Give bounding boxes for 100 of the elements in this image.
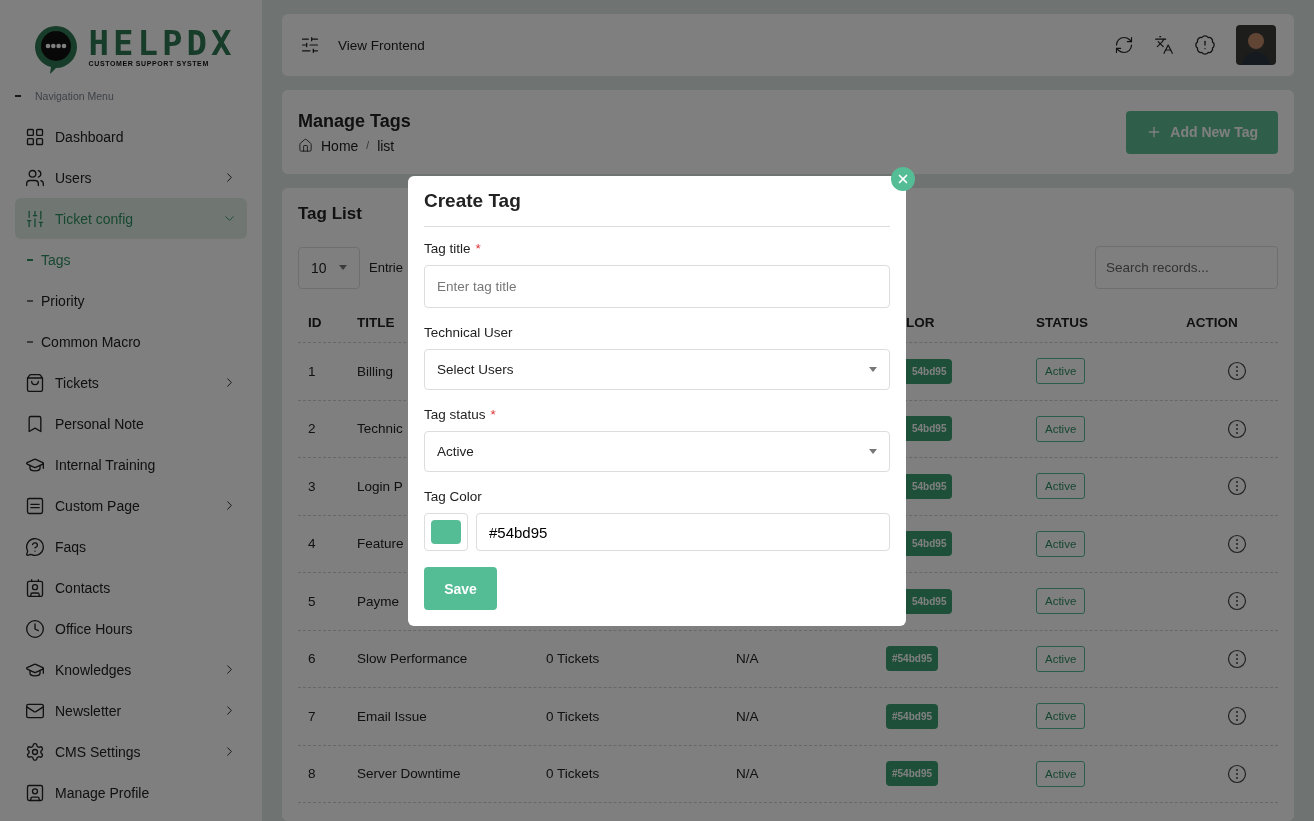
table-cell: 5 — [308, 593, 316, 609]
nav-item[interactable]: Faqs — [15, 526, 247, 567]
table-cell: Slow Performance — [357, 651, 468, 667]
status-badge: Active — [1036, 473, 1086, 500]
select-field[interactable]: Select Users — [424, 349, 890, 390]
table-cell: Billing — [357, 363, 394, 379]
nav-item[interactable]: Internal Training — [15, 444, 247, 485]
breadcrumb-separator: / — [366, 140, 370, 151]
nav-item[interactable]: Tickets — [15, 362, 247, 403]
required-mark: * — [475, 241, 481, 256]
home-icon — [298, 138, 313, 153]
status-badge: Active — [1036, 645, 1086, 672]
nav-item[interactable]: Knowledges — [15, 649, 247, 690]
nav-subitem[interactable]: Tags — [15, 239, 247, 280]
column-header: STATUS — [1036, 315, 1089, 330]
nav-heading: Navigation Menu — [35, 90, 114, 102]
nav-item[interactable]: Custom Page — [15, 485, 247, 526]
dialog-title: Create Tag — [424, 190, 890, 227]
color-tag: 54bd95 — [906, 473, 953, 499]
sliders-icon[interactable] — [300, 35, 320, 55]
logo-name: HELPDX — [88, 25, 236, 60]
nav-item[interactable]: Personal Note — [15, 403, 247, 444]
nav-item[interactable]: Users — [15, 157, 247, 198]
table-cell: 0 Tickets — [546, 766, 600, 782]
status-badge: Active — [1036, 415, 1086, 442]
table-cell: 3 — [308, 478, 316, 494]
color-tag: #54bd95 — [886, 761, 939, 787]
color-tag: 54bd95 — [906, 588, 953, 614]
refresh-icon[interactable] — [1114, 35, 1134, 55]
nav-item[interactable]: Office Hours — [15, 608, 247, 649]
nav-item[interactable]: Manage Profile — [15, 772, 247, 813]
more-icon[interactable] — [1227, 361, 1247, 382]
color-picker[interactable] — [424, 513, 468, 551]
table-cell: 6 — [308, 651, 316, 667]
users-icon — [25, 167, 45, 188]
status-badge: Active — [1036, 530, 1086, 557]
question-bubble-icon — [25, 536, 45, 557]
table-cell: 2 — [308, 421, 316, 437]
color-tag: 54bd95 — [906, 531, 953, 557]
search-field[interactable]: Search records... — [1095, 246, 1278, 289]
column-header: LOR — [905, 315, 936, 330]
contact-card-icon — [25, 577, 45, 598]
column-header: ID — [308, 315, 323, 330]
page-title: Manage Tags — [298, 110, 411, 132]
status-badge: Active — [1036, 588, 1086, 615]
nav-subitem[interactable]: Priority — [15, 280, 247, 321]
more-icon[interactable] — [1227, 591, 1247, 612]
table-cell: 0 Tickets — [546, 708, 600, 724]
user-square-icon — [25, 782, 45, 803]
color-tag: #54bd95 — [886, 646, 939, 672]
more-icon[interactable] — [1227, 706, 1247, 727]
more-icon[interactable] — [1227, 418, 1247, 439]
status-badge: Active — [1036, 760, 1086, 787]
nav-subitem[interactable]: Common Macro — [15, 321, 247, 362]
avatar[interactable] — [1236, 25, 1276, 65]
table-cell: Email Issue — [357, 708, 427, 724]
table-cell: Technic — [357, 421, 403, 437]
nav-item[interactable]: Dashboard — [15, 116, 247, 157]
column-header: ACTION — [1186, 315, 1239, 330]
table-cell: 7 — [308, 708, 316, 724]
settings-icon — [25, 741, 45, 762]
field-label: Technical User — [424, 325, 513, 340]
input-field[interactable]: #54bd95 — [476, 513, 890, 551]
more-icon[interactable] — [1227, 533, 1247, 554]
clock-icon — [25, 618, 45, 639]
field-label: Tag status — [424, 407, 486, 422]
status-badge: Active — [1036, 358, 1086, 385]
color-tag: #54bd95 — [886, 703, 939, 729]
table-cell: Server Downtime — [357, 766, 461, 782]
field-label: Tag Color — [424, 489, 482, 504]
nav-item[interactable]: Newsletter — [15, 690, 247, 731]
entries-label: Entrie — [369, 260, 403, 275]
view-frontend-link[interactable]: View Frontend — [338, 37, 1096, 53]
sliders-icon — [25, 208, 45, 229]
required-mark: * — [490, 407, 496, 422]
table-cell: N/A — [736, 651, 759, 667]
page-size-select[interactable]: 10 — [298, 246, 360, 289]
equal-square-icon — [25, 495, 45, 516]
alert-badge-icon[interactable] — [1194, 34, 1216, 56]
table-cell: N/A — [736, 766, 759, 782]
table-cell: N/A — [736, 708, 759, 724]
table-cell: 4 — [308, 536, 316, 552]
status-badge: Active — [1036, 703, 1086, 730]
select-field[interactable]: Active — [424, 431, 890, 472]
more-icon[interactable] — [1227, 648, 1247, 669]
column-header: TITLE — [357, 315, 396, 330]
table-cell: 8 — [308, 766, 316, 782]
nav-item[interactable]: Contacts — [15, 567, 247, 608]
more-icon[interactable] — [1227, 476, 1247, 497]
table-cell: Login P — [357, 478, 403, 494]
color-tag: 54bd95 — [906, 358, 953, 384]
input-field[interactable]: Enter tag title — [424, 265, 890, 308]
more-icon[interactable] — [1227, 763, 1247, 784]
breadcrumb-link[interactable]: Home — [321, 137, 359, 154]
table-cell: Payme — [357, 593, 400, 609]
card-title: Tag List — [298, 204, 363, 225]
grid-icon — [25, 126, 45, 147]
color-tag: 54bd95 — [906, 416, 953, 442]
translate-icon[interactable] — [1154, 35, 1174, 55]
nav-item[interactable]: CMS Settings — [15, 731, 247, 772]
